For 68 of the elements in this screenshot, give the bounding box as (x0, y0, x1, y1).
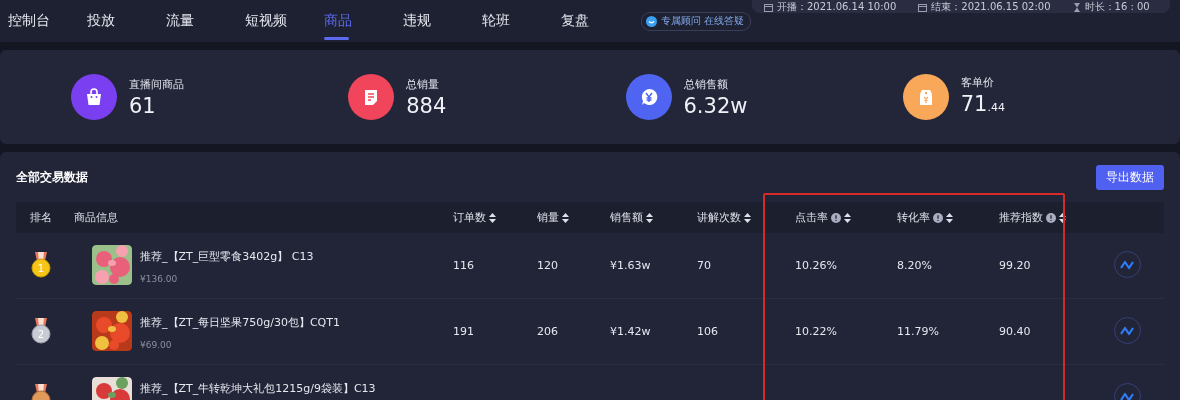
nav-tab[interactable]: 流量 (166, 0, 245, 42)
sort-icon[interactable] (489, 212, 496, 223)
stat-label: 客单价 (960, 74, 995, 90)
column-header[interactable]: 推荐指数 (999, 210, 1043, 225)
stat-label: 直播间商品 (129, 76, 184, 92)
nav-tab[interactable]: 投放 (87, 0, 166, 42)
sort-icon[interactable] (562, 212, 569, 223)
session-info-text: 结束：2021.06.15 02:00 (931, 1, 1051, 13)
sort-icon[interactable] (946, 212, 953, 223)
column-header[interactable]: 销量 (537, 210, 559, 225)
info-icon[interactable] (831, 212, 841, 223)
calendar-icon (764, 2, 773, 12)
table-cell: 70 (697, 258, 711, 272)
stat-label: 总销量 (406, 76, 441, 92)
sort-icon[interactable] (646, 212, 653, 223)
column-header[interactable]: 销售额 (610, 210, 643, 225)
export-button[interactable]: 导出数据 (1096, 164, 1164, 190)
table-cell: 8.20% (897, 258, 932, 272)
trend-icon (1120, 259, 1134, 270)
session-info-text: 时长：16 : 00 (1084, 1, 1150, 13)
info-icon[interactable] (1046, 212, 1056, 223)
column-header[interactable]: 订单数 (453, 210, 486, 225)
session-info-text: 开播：2021.06.14 10:00 (777, 1, 897, 13)
stat-value: 61 (129, 93, 157, 118)
table-cell: 120 (537, 258, 558, 272)
table-cell: 10.26% (795, 258, 837, 272)
product-price: ¥136.00 (140, 274, 179, 284)
column-header[interactable]: 点击率 (795, 210, 828, 225)
table-cell: 10.22% (795, 324, 837, 338)
nav-tab[interactable]: 轮班 (482, 0, 561, 42)
calendar-icon (918, 2, 928, 12)
info-icon[interactable] (933, 212, 943, 223)
table-cell: 99.20 (999, 258, 1031, 272)
hourglass-icon (1072, 2, 1081, 12)
table-cell: 106 (697, 324, 718, 338)
trend-icon (1120, 391, 1134, 400)
stat-value: 71.44 (960, 91, 1005, 118)
section-title: 全部交易数据 (16, 168, 88, 186)
table-cell: ¥1.42w (610, 324, 651, 338)
table-cell: 90.40 (999, 324, 1031, 338)
table-cell: 206 (537, 324, 558, 338)
column-header: 排名 (30, 210, 52, 225)
column-header: 商品信息 (74, 210, 118, 225)
advisor-badge[interactable]: 专属顾问 在线答疑 (641, 11, 752, 31)
nav-tab[interactable]: 控制台 (8, 0, 87, 42)
table-cell: 116 (453, 258, 474, 272)
stat-label: 总销售额 (683, 76, 729, 92)
nav-tab[interactable]: 违规 (403, 0, 482, 42)
table-cell: 191 (453, 324, 474, 338)
stat-value: 884 (406, 93, 447, 118)
sort-icon[interactable] (844, 212, 851, 223)
nav-tab[interactable]: 短视频 (245, 0, 324, 42)
product-name[interactable]: 推荐_【ZT_每日坚果750g/30包】CQT1 (140, 315, 340, 330)
column-header[interactable]: 转化率 (897, 210, 930, 225)
trend-icon (1120, 325, 1134, 336)
product-name[interactable]: 推荐_【ZT_巨型零食3402g】 C13 (140, 249, 314, 264)
column-header[interactable]: 讲解次数 (697, 210, 741, 225)
smile-icon (646, 15, 657, 27)
nav-tab[interactable]: 复盘 (561, 0, 640, 42)
sort-icon[interactable] (744, 212, 751, 223)
table-cell: ¥1.63w (610, 258, 651, 272)
nav-tab[interactable]: 商品 (324, 0, 403, 42)
stat-value: 6.32w (683, 93, 748, 118)
bag-icon (84, 87, 104, 107)
product-price: ¥69.00 (140, 340, 173, 350)
sort-icon[interactable] (1059, 212, 1066, 223)
product-name[interactable]: 推荐_【ZT_牛转乾坤大礼包1215g/9袋装】C13 (140, 381, 376, 396)
table-cell: 11.79% (897, 324, 939, 338)
